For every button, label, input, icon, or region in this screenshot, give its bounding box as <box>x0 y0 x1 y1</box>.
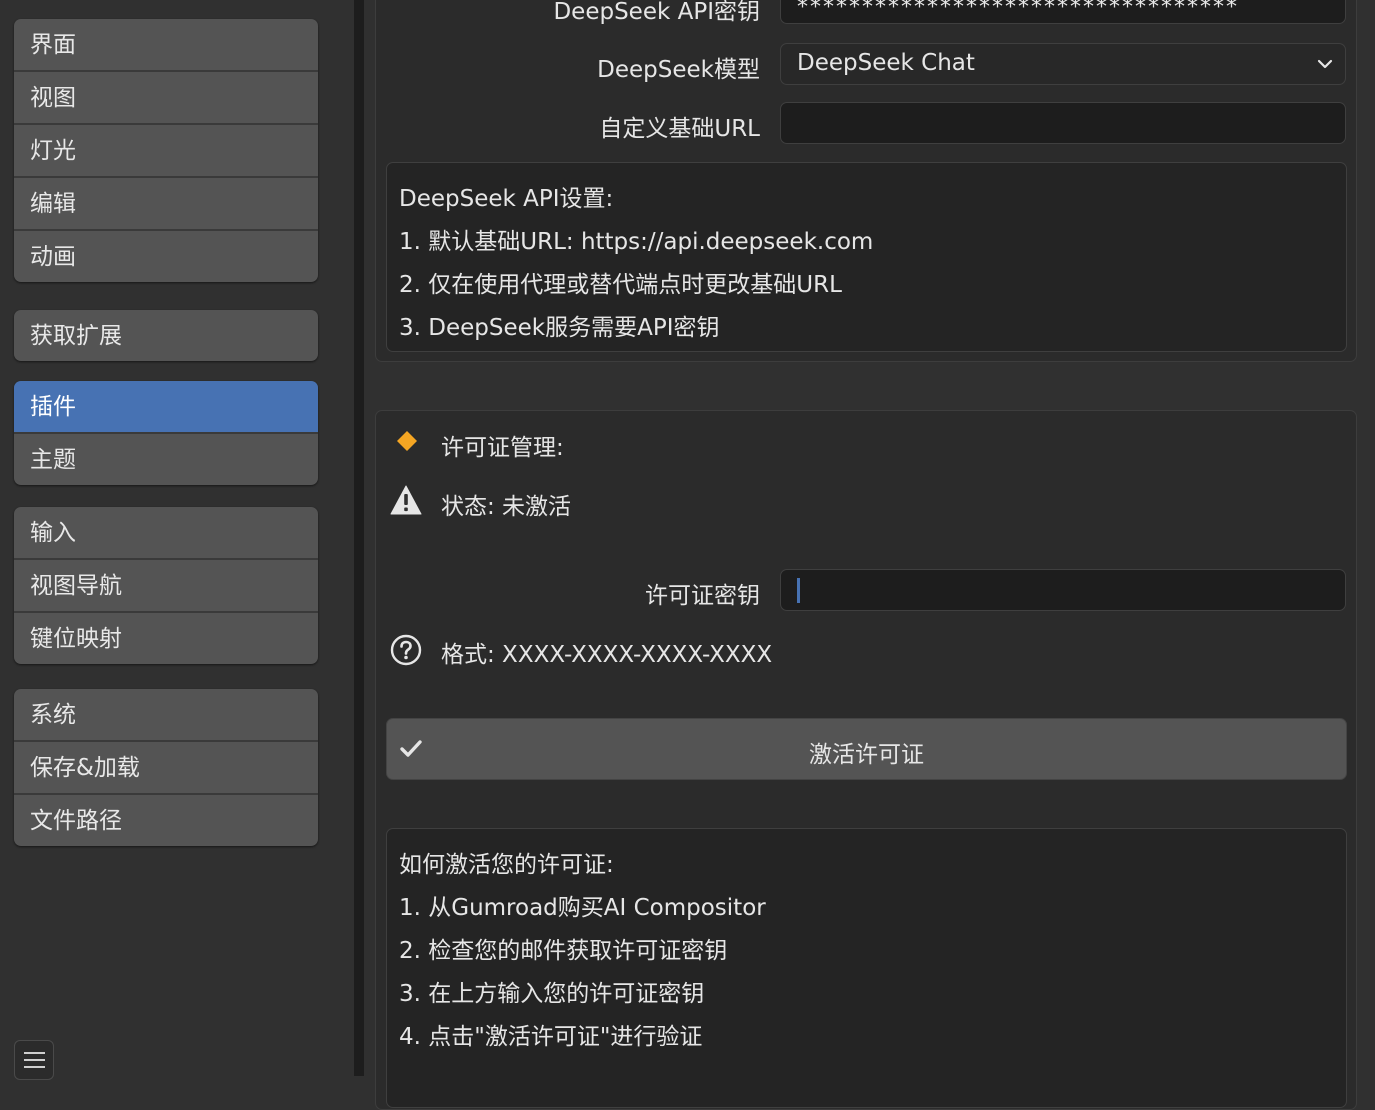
question-icon <box>390 634 422 666</box>
howto-line-1: 1. 从Gumroad购买AI Compositor <box>399 895 766 921</box>
sidebar-item-save-load[interactable]: 保存&加载 <box>14 740 318 793</box>
nav-group-1: 界面 视图 灯光 编辑 动画 <box>14 19 318 282</box>
sidebar-item-navigation[interactable]: 视图导航 <box>14 558 318 611</box>
license-status: 状态: 未激活 <box>441 494 572 520</box>
sidebar-item-system[interactable]: 系统 <box>14 689 318 740</box>
nav-group-5: 系统 保存&加载 文件路径 <box>14 689 318 846</box>
sidebar-item-get-extensions[interactable]: 获取扩展 <box>14 310 318 361</box>
license-format-hint: 格式: XXXX-XXXX-XXXX-XXXX <box>441 642 773 668</box>
menu-icon <box>24 1052 45 1054</box>
model-selected-value: DeepSeek Chat <box>797 50 975 76</box>
howto-line-3: 3. 在上方输入您的许可证密钥 <box>399 981 705 1007</box>
activate-license-label: 激活许可证 <box>809 742 924 768</box>
base-url-input[interactable] <box>780 102 1346 144</box>
menu-button[interactable] <box>14 1040 54 1080</box>
nav-group-2: 获取扩展 <box>14 310 318 361</box>
api-info-line-2: 2. 仅在使用代理或替代端点时更改基础URL <box>399 272 842 298</box>
sidebar-item-addons[interactable]: 插件 <box>14 381 318 432</box>
license-header: 许可证管理: <box>441 435 564 461</box>
nav-group-3: 插件 主题 <box>14 381 318 485</box>
sidebar-item-input[interactable]: 输入 <box>14 507 318 558</box>
sidebar-item-interface[interactable]: 界面 <box>14 19 318 70</box>
api-info-box: DeepSeek API设置: 1. 默认基础URL: https://api.… <box>386 162 1347 352</box>
sidebar-item-file-paths[interactable]: 文件路径 <box>14 793 318 846</box>
sidebar-item-editing[interactable]: 编辑 <box>14 176 318 229</box>
sidebar-item-viewport[interactable]: 视图 <box>14 70 318 123</box>
text-cursor <box>797 578 800 603</box>
sidebar-item-animation[interactable]: 动画 <box>14 229 318 282</box>
api-info-line-3: 3. DeepSeek服务需要API密钥 <box>399 315 720 341</box>
panel-divider[interactable] <box>354 0 364 1076</box>
dropdown-chevron-icon <box>1317 59 1333 69</box>
preferences-sidebar: 界面 视图 灯光 编辑 动画 获取扩展 插件 主题 输入 视图导航 键位映射 系… <box>0 0 354 1080</box>
howto-line-4: 4. 点击"激活许可证"进行验证 <box>399 1024 703 1050</box>
activate-license-button[interactable]: 激活许可证 <box>386 718 1347 780</box>
api-info-title: DeepSeek API设置: <box>399 186 614 212</box>
addon-preferences-panel: DeepSeek API密钥 *************************… <box>364 0 1375 1110</box>
api-key-input[interactable]: ********************************** <box>780 0 1346 24</box>
nav-group-4: 输入 视图导航 键位映射 <box>14 507 318 664</box>
api-key-label: DeepSeek API密钥 <box>553 0 760 25</box>
howto-line-2: 2. 检查您的邮件获取许可证密钥 <box>399 938 728 964</box>
warning-icon <box>390 485 422 515</box>
model-label: DeepSeek模型 <box>597 57 760 83</box>
api-key-value: ********************************** <box>797 0 1239 20</box>
howto-title: 如何激活您的许可证: <box>399 852 614 878</box>
license-key-input[interactable] <box>780 569 1346 611</box>
model-select[interactable]: DeepSeek Chat <box>780 43 1346 85</box>
sidebar-item-keymap[interactable]: 键位映射 <box>14 611 318 664</box>
license-howto-box: 如何激活您的许可证: 1. 从Gumroad购买AI Compositor 2.… <box>386 828 1347 1108</box>
diamond-icon <box>397 431 417 451</box>
license-key-label: 许可证密钥 <box>645 583 760 609</box>
api-info-line-1: 1. 默认基础URL: https://api.deepseek.com <box>399 229 874 255</box>
base-url-label: 自定义基础URL <box>599 116 760 142</box>
sidebar-item-lights[interactable]: 灯光 <box>14 123 318 176</box>
sidebar-item-themes[interactable]: 主题 <box>14 432 318 485</box>
